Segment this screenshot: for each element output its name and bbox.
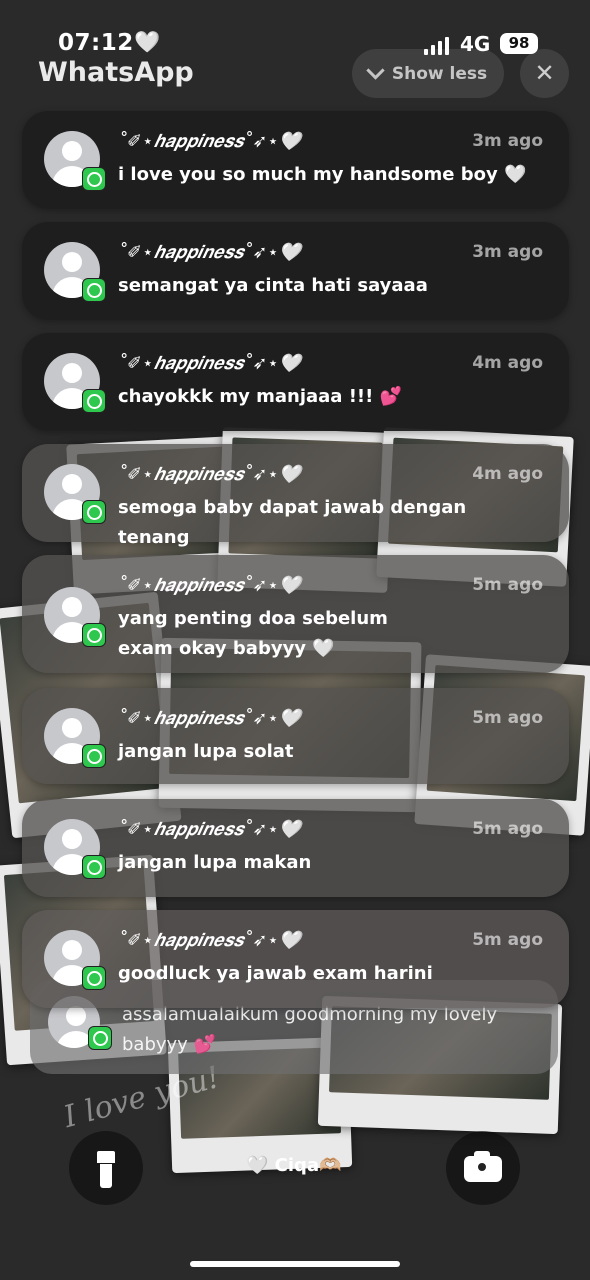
notification-message: yang penting doa sebelum exam okay babyy… [118,608,388,659]
notification-sender: ˚✐⋆𝒉𝒂𝒑𝒑𝒊𝒏𝒆𝒔𝒔˚➶⋆🤍 [118,930,302,951]
notification-message: semangat ya cinta hati sayaaa [118,275,428,296]
whatsapp-badge-icon [82,966,106,990]
show-less-label: Show less [391,63,488,84]
notification-message: goodluck ya jawab exam harini [118,963,433,984]
whatsapp-badge-icon [82,278,106,302]
notification-time: 3m ago [472,242,543,262]
whatsapp-badge-icon [82,167,106,191]
close-icon[interactable]: ✕ [520,49,569,98]
notification-card[interactable]: ˚✐⋆𝒉𝒂𝒑𝒑𝒊𝒏𝒆𝒔𝒔˚➶⋆🤍 3m ago semangat ya cint… [22,222,569,320]
notification-sender: ˚✐⋆𝒉𝒂𝒑𝒑𝒊𝒏𝒆𝒔𝒔˚➶⋆🤍 [118,575,302,596]
notification-time: 4m ago [472,464,543,484]
notification-message: jangan lupa solat [118,741,294,762]
lock-screen-owner: 🤍 Ciqa🫶🏼 [246,1155,342,1176]
notification-time: 5m ago [472,819,543,839]
chevron-down-icon [366,61,385,80]
clock: 07:12 [58,30,134,56]
home-indicator[interactable] [190,1261,400,1267]
whatsapp-badge-icon [82,389,106,413]
notification-message: i love you so much my handsome boy 🤍 [118,164,527,185]
show-less-button[interactable]: Show less [352,49,504,98]
notification-message: semoga baby dapat jawab dengan tenang [118,497,467,548]
notification-sender: ˚✐⋆𝒉𝒂𝒑𝒑𝒊𝒏𝒆𝒔𝒔˚➶⋆🤍 [118,353,302,374]
whatsapp-badge-icon [82,623,106,647]
notification-card[interactable]: ˚✐⋆𝒉𝒂𝒑𝒑𝒊𝒏𝒆𝒔𝒔˚➶⋆🤍 4m ago semoga baby dapa… [22,444,569,548]
whatsapp-badge-icon [82,855,106,879]
whatsapp-badge-icon [82,744,106,768]
notification-sender: ˚✐⋆𝒉𝒂𝒑𝒑𝒊𝒏𝒆𝒔𝒔˚➶⋆🤍 [118,464,302,485]
notification-time: 4m ago [472,353,543,373]
notification-time: 5m ago [472,930,543,950]
whatsapp-badge-icon [82,500,106,524]
notification-sender: ˚✐⋆𝒉𝒂𝒑𝒑𝒊𝒏𝒆𝒔𝒔˚➶⋆🤍 [118,242,302,263]
notification-card[interactable]: ˚✐⋆𝒉𝒂𝒑𝒑𝒊𝒏𝒆𝒔𝒔˚➶⋆🤍 3m ago i love you so mu… [22,111,569,209]
notification-card[interactable]: ˚✐⋆𝒉𝒂𝒑𝒑𝒊𝒏𝒆𝒔𝒔˚➶⋆🤍 5m ago jangan lupa sola… [22,688,569,784]
notification-card[interactable]: ˚✐⋆𝒉𝒂𝒑𝒑𝒊𝒏𝒆𝒔𝒔˚➶⋆🤍 5m ago jangan lupa maka… [22,799,569,897]
notification-sender: ˚✐⋆𝒉𝒂𝒑𝒑𝒊𝒏𝒆𝒔𝒔˚➶⋆🤍 [118,819,302,840]
notification-message: chayokkk my manjaaa !!! 💕 [118,386,403,407]
notification-sender: ˚✐⋆𝒉𝒂𝒑𝒑𝒊𝒏𝒆𝒔𝒔˚➶⋆🤍 [118,131,302,152]
notification-time: 5m ago [472,575,543,595]
whatsapp-badge-icon [88,1026,112,1050]
notification-time: 5m ago [472,708,543,728]
notification-sender: ˚✐⋆𝒉𝒂𝒑𝒑𝒊𝒏𝒆𝒔𝒔˚➶⋆🤍 [118,708,302,729]
app-group-title: WhatsApp [38,57,194,88]
camera-button[interactable] [446,1131,520,1205]
flashlight-button[interactable] [69,1131,143,1205]
notification-time: 3m ago [472,131,543,151]
notification-card[interactable]: ˚✐⋆𝒉𝒂𝒑𝒑𝒊𝒏𝒆𝒔𝒔˚➶⋆🤍 5m ago goodluck ya jawa… [22,910,569,1008]
notification-card[interactable]: ˚✐⋆𝒉𝒂𝒑𝒑𝒊𝒏𝒆𝒔𝒔˚➶⋆🤍 5m ago yang penting doa… [22,555,569,673]
notification-card[interactable]: ˚✐⋆𝒉𝒂𝒑𝒑𝒊𝒏𝒆𝒔𝒔˚➶⋆🤍 4m ago chayokkk my manj… [22,333,569,431]
notification-message: assalamualaikum goodmorning my lovely ba… [122,1004,498,1055]
notification-message: jangan lupa makan [118,852,312,873]
heart-icon: 🤍 [134,30,161,54]
